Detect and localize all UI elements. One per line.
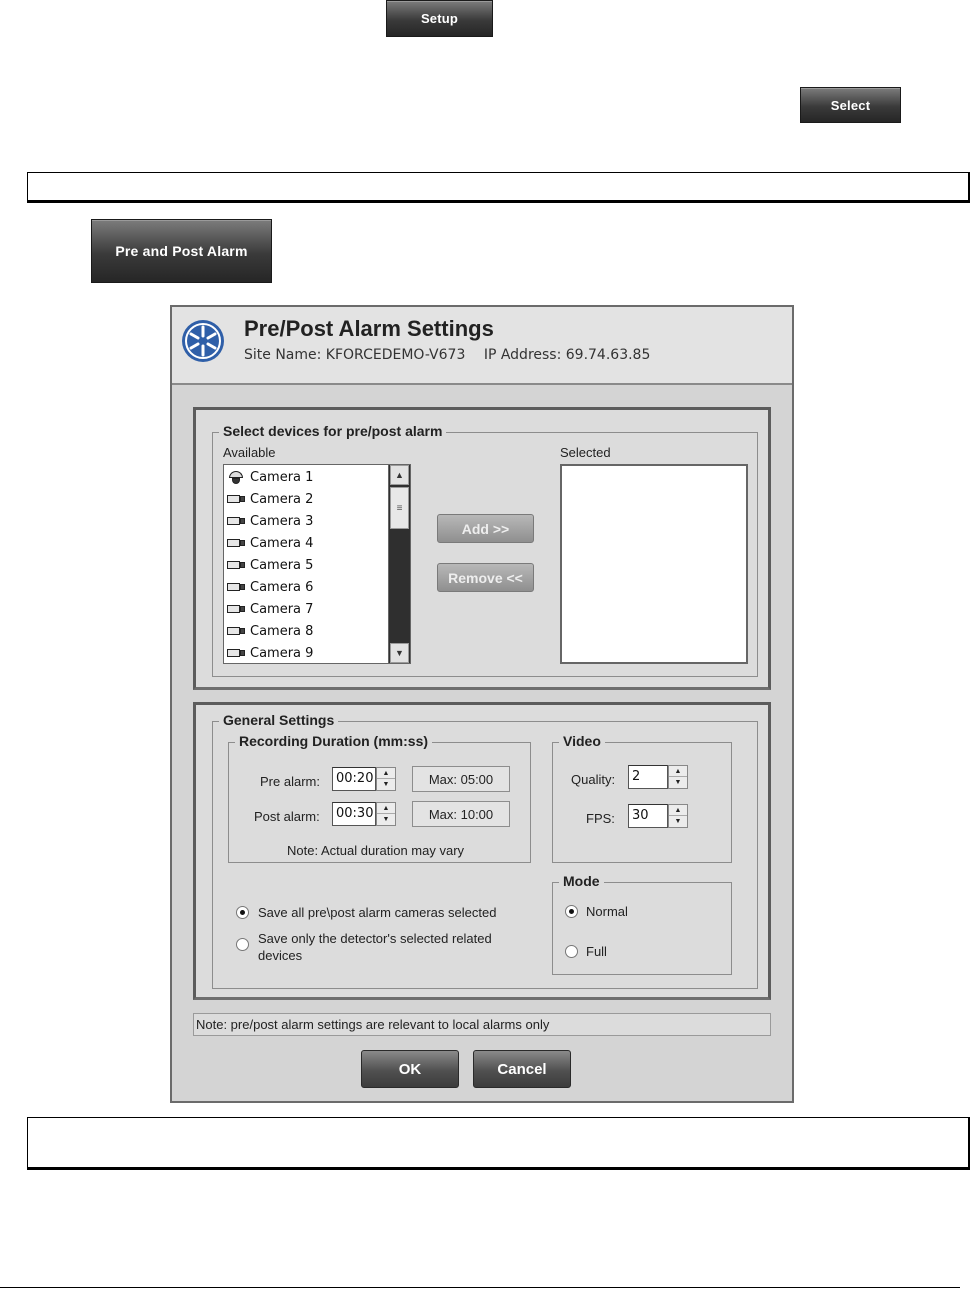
- scroll-up-icon[interactable]: ▲: [390, 465, 409, 485]
- post-alarm-max: Max: 10:00: [412, 801, 510, 827]
- note-box-bottom: [27, 1117, 970, 1170]
- site-info: Site Name: KFORCEDEMO-V673 IP Address: 6…: [244, 347, 664, 363]
- scroll-down-icon[interactable]: ▼: [390, 643, 409, 663]
- selected-label: Selected: [560, 445, 611, 460]
- list-item[interactable]: Camera 3: [227, 511, 313, 531]
- pre-post-alarm-dialog: Pre/Post Alarm Settings Site Name: KFORC…: [170, 305, 794, 1103]
- list-scrollbar[interactable]: ▲ ≡ ▼: [388, 465, 410, 663]
- camera-icon: [227, 647, 246, 659]
- save-only-label-line1: Save only the detector's selected relate…: [258, 931, 492, 946]
- mode-normal-radio[interactable]: [565, 905, 578, 918]
- pre-post-alarm-button[interactable]: Pre and Post Alarm: [91, 219, 272, 283]
- mode-group-label: Mode: [559, 873, 604, 889]
- device-selection-panel: Select devices for pre/post alarm Availa…: [193, 407, 771, 690]
- app-logo-icon: [182, 320, 224, 362]
- ok-button[interactable]: OK: [361, 1050, 459, 1088]
- camera-icon: [227, 581, 246, 593]
- available-list[interactable]: Camera 1 Camera 2 Camera 3 Camera 4 Came…: [223, 464, 411, 664]
- quality-label: Quality:: [571, 772, 616, 787]
- camera-icon: [227, 625, 246, 637]
- save-only-radio[interactable]: [236, 938, 249, 951]
- ip-address: IP Address: 69.74.63.85: [483, 347, 651, 363]
- remove-button[interactable]: Remove <<: [437, 563, 534, 592]
- quality-input[interactable]: 2: [628, 765, 668, 789]
- mode-full-label: Full: [586, 944, 607, 959]
- cancel-button[interactable]: Cancel: [473, 1050, 571, 1088]
- page-footer-line: [0, 1287, 960, 1288]
- fps-input[interactable]: 30: [628, 804, 668, 828]
- post-alarm-spinner[interactable]: ▲ ▼: [376, 802, 396, 826]
- selected-list[interactable]: [560, 464, 748, 664]
- pre-alarm-input[interactable]: 00:20: [332, 767, 376, 791]
- select-button[interactable]: Select: [800, 87, 901, 123]
- video-group-label: Video: [559, 733, 605, 749]
- list-item[interactable]: Camera 4: [227, 533, 313, 553]
- save-all-radio[interactable]: [236, 906, 249, 919]
- dialog-header: Pre/Post Alarm Settings Site Name: KFORC…: [172, 307, 792, 385]
- save-only-label-line2: devices: [258, 948, 303, 963]
- post-alarm-input[interactable]: 00:30: [332, 802, 376, 826]
- pre-alarm-max: Max: 05:00: [412, 766, 510, 792]
- fps-spinner[interactable]: ▲ ▼: [668, 804, 688, 828]
- mode-normal-label: Normal: [586, 904, 628, 919]
- setup-button[interactable]: Setup: [386, 0, 493, 37]
- general-settings-panel: General Settings Recording Duration (mm:…: [193, 702, 771, 1000]
- list-item[interactable]: Camera 5: [227, 555, 313, 575]
- list-item[interactable]: Camera 8: [227, 621, 313, 641]
- camera-icon: [227, 559, 246, 571]
- dome-camera-icon: [227, 471, 246, 484]
- quality-spinner[interactable]: ▲ ▼: [668, 765, 688, 789]
- devices-group-label: Select devices for pre/post alarm: [219, 423, 447, 439]
- pre-alarm-spinner[interactable]: ▲ ▼: [376, 767, 396, 791]
- mode-full-radio[interactable]: [565, 945, 578, 958]
- duration-note: Note: Actual duration may vary: [287, 843, 465, 858]
- footer-note: Note: pre/post alarm settings are releva…: [193, 1013, 771, 1036]
- video-groupbox: Video: [552, 733, 732, 863]
- dialog-title: Pre/Post Alarm Settings: [244, 316, 494, 341]
- scroll-thumb[interactable]: ≡: [390, 487, 409, 529]
- list-item[interactable]: Camera 9: [227, 643, 313, 663]
- note-box-top: [27, 172, 970, 203]
- general-group-label: General Settings: [219, 712, 339, 728]
- available-label: Available: [223, 445, 276, 460]
- list-item[interactable]: Camera 6: [227, 577, 313, 597]
- list-item[interactable]: Camera 2: [227, 489, 313, 509]
- post-alarm-label: Post alarm:: [254, 809, 320, 824]
- recording-duration-label: Recording Duration (mm:ss): [235, 733, 433, 749]
- save-all-label: Save all pre\post alarm cameras selected: [258, 905, 497, 920]
- list-item[interactable]: Camera 1: [227, 467, 313, 487]
- list-item[interactable]: Camera 7: [227, 599, 313, 619]
- pre-alarm-label: Pre alarm:: [260, 774, 320, 789]
- camera-icon: [227, 515, 246, 527]
- fps-label: FPS:: [586, 811, 615, 826]
- site-name: Site Name: KFORCEDEMO-V673: [244, 347, 466, 363]
- camera-icon: [227, 493, 246, 505]
- mode-groupbox: Mode: [552, 873, 732, 975]
- camera-icon: [227, 603, 246, 615]
- camera-icon: [227, 537, 246, 549]
- add-button[interactable]: Add >>: [437, 514, 534, 543]
